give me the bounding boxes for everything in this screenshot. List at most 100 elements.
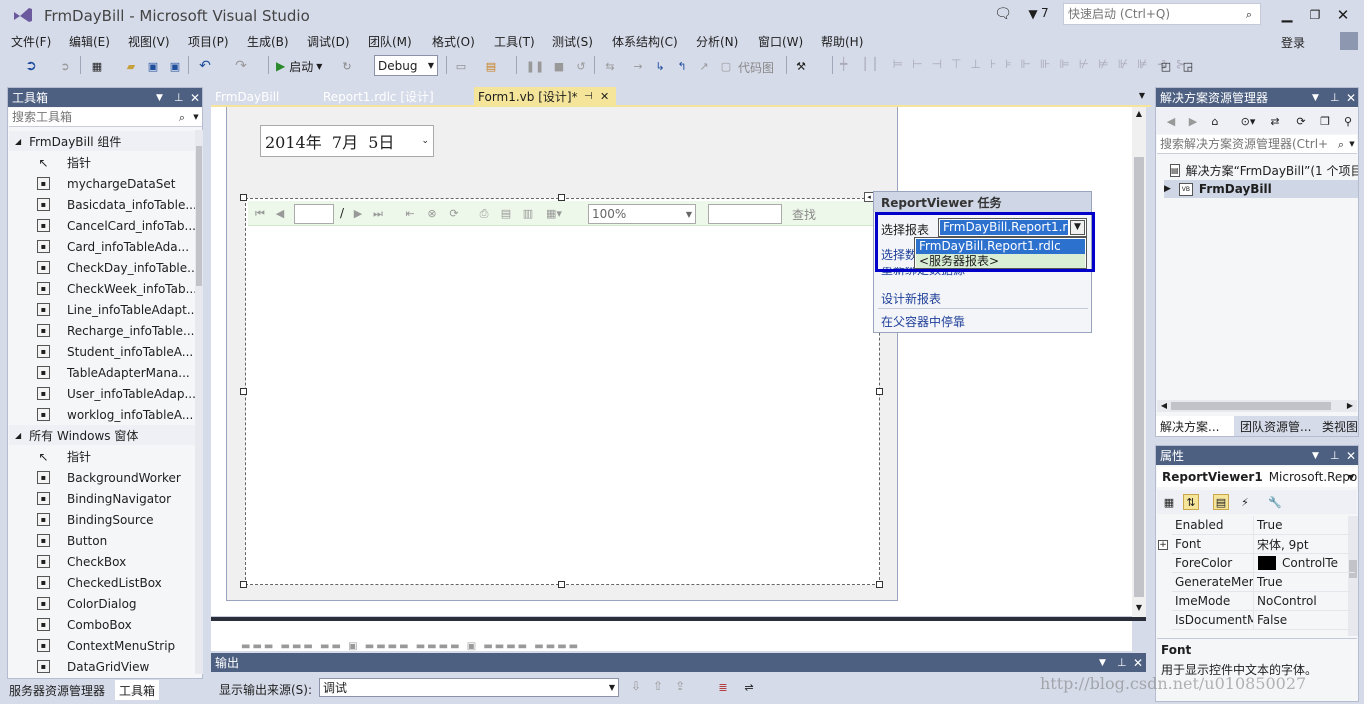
chevron-down-icon[interactable]: ⌄ <box>421 136 429 146</box>
categorized-icon[interactable]: ▦ <box>1161 494 1177 510</box>
tab-order-icon[interactable]: ◰ <box>1158 57 1174 75</box>
export-icon[interactable]: ▦▾ <box>544 207 564 219</box>
pin-icon[interactable]: ⊥ <box>1330 449 1340 462</box>
resize-handle[interactable] <box>240 194 247 201</box>
chevron-down-icon[interactable]: ▼ <box>1137 91 1147 101</box>
menu-item-0[interactable]: 文件(F) <box>11 33 51 50</box>
redo-icon[interactable]: ↷ <box>232 57 250 75</box>
report-viewer[interactable]: ⏮ ◀ / ▶ ⏭ ⇤ ⊗ ⟳ ⎙ ▤ ▥ ▦▾ 100% ▼ 查找 <box>245 198 880 585</box>
solution-hscroll-thumb[interactable] <box>1171 402 1331 410</box>
toolbox-item[interactable]: ▪ DataGridView <box>9 656 195 677</box>
menu-item-6[interactable]: 团队(M) <box>368 33 412 50</box>
undo-icon[interactable]: ↶ <box>196 57 214 75</box>
scroll-left-icon[interactable]: ◀ <box>1159 401 1169 411</box>
resize-handle[interactable] <box>240 388 247 395</box>
tab-frmdaybill[interactable]: FrmDayBill <box>211 87 311 106</box>
toolbox-scrollbar[interactable] <box>195 130 203 674</box>
toolbox-item[interactable]: ▪ Line_infoTableAdapt... <box>9 299 195 320</box>
toolbox-item[interactable]: ▪ ColorDialog <box>9 593 195 614</box>
tools-icon[interactable]: ⚒ <box>792 57 810 75</box>
save-icon[interactable]: ▣ <box>144 57 162 75</box>
toolbox-item[interactable]: ▪ ContextMenuStrip <box>9 635 195 656</box>
report-option-rdlc[interactable]: FrmDayBill.Report1.rdlc <box>916 239 1085 254</box>
pin-icon[interactable]: ⊣ <box>584 91 593 102</box>
account-icon[interactable] <box>1340 32 1358 50</box>
menu-item-9[interactable]: 测试(S) <box>552 33 593 50</box>
toggle-icon[interactable]: ↗ <box>696 57 712 75</box>
collapse-icon[interactable]: ❐ <box>1318 114 1332 128</box>
restore-icon[interactable]: ❐ <box>1306 6 1324 24</box>
find-link[interactable]: 查找 <box>792 206 816 223</box>
expand-icon[interactable]: ▶ <box>1164 184 1171 194</box>
solution-hscroll[interactable]: ◀ ▶ <box>1157 400 1357 412</box>
step-out-icon[interactable]: ↰ <box>674 57 690 75</box>
menu-item-12[interactable]: 窗口(W) <box>758 33 803 50</box>
back-icon[interactable]: ◀ <box>1164 114 1178 128</box>
clear-all-icon[interactable]: ≣ <box>715 679 731 695</box>
stop-icon[interactable]: ■ <box>552 57 566 75</box>
search-icon[interactable]: ⌕ <box>1335 137 1347 151</box>
property-row[interactable]: Enabled True <box>1172 515 1355 535</box>
tab-class-view[interactable]: 类视图 <box>1322 418 1358 435</box>
toolbox-item[interactable]: ▪ CheckBox <box>9 551 195 572</box>
resize-handle[interactable] <box>558 194 565 201</box>
resize-handle[interactable] <box>240 581 247 588</box>
quick-launch-input[interactable] <box>1064 4 1234 24</box>
chevron-down-icon[interactable]: ▼ <box>1099 658 1106 668</box>
toolbox-item[interactable]: ▪ CheckDay_infoTable... <box>9 257 195 278</box>
close-icon[interactable]: ✕ <box>600 90 609 103</box>
toolbox-category[interactable]: ◢ FrmDayBill 组件 <box>9 131 195 151</box>
close-icon[interactable]: ✕ <box>1346 91 1356 105</box>
close-icon[interactable]: ✕ <box>190 91 200 105</box>
chevron-down-icon[interactable]: ▼ <box>1070 220 1085 235</box>
minimize-icon[interactable]: ▁ <box>1278 6 1296 24</box>
config-select[interactable]: Debug ▼ <box>374 55 438 76</box>
tab-report1-design[interactable]: Report1.rdlc [设计] <box>319 87 459 106</box>
dock-in-parent-link[interactable]: 在父容器中停靠 <box>881 313 965 330</box>
tab-form1-design[interactable]: Form1.vb [设计]* ⊣ ✕ <box>474 87 616 106</box>
find-input[interactable] <box>708 204 782 224</box>
chevron-down-icon[interactable]: ▼ <box>191 112 201 122</box>
page-number-input[interactable] <box>294 204 334 224</box>
feedback-icon[interactable]: 🗨 <box>994 5 1012 23</box>
toolbox-item[interactable]: ▪ CancelCard_infoTab... <box>9 215 195 236</box>
zoom-select[interactable]: 100% ▼ <box>588 204 696 224</box>
search-icon[interactable]: ⌕ <box>1242 7 1256 21</box>
tab-team-explorer[interactable]: 团队资源管... <box>1240 418 1311 435</box>
property-row[interactable]: Font 宋体, 9pt <box>1172 534 1355 554</box>
last-page-icon[interactable]: ⏭ <box>372 207 384 219</box>
menu-item-8[interactable]: 工具(T) <box>494 33 535 50</box>
forward-icon[interactable]: ➲ <box>56 57 74 75</box>
toolbox-item[interactable]: ▪ TableAdapterMana... <box>9 362 195 383</box>
toolbox-item[interactable]: ▪ worklog_infoTableA... <box>9 404 195 425</box>
menu-item-7[interactable]: 格式(O) <box>432 33 475 50</box>
chevron-down-icon[interactable]: ▼ <box>156 93 163 103</box>
project-node[interactable]: ▶ VB FrmDayBill <box>1164 180 1358 198</box>
alphabetical-icon[interactable]: ⇅ <box>1183 494 1199 510</box>
toolbox-item[interactable]: ▪ BindingNavigator <box>9 488 195 509</box>
design-new-report-link[interactable]: 设计新报表 <box>881 290 941 307</box>
close-icon[interactable]: ✕ <box>1334 6 1352 24</box>
history-icon[interactable]: ⊙▾ <box>1238 114 1258 128</box>
report-select[interactable]: FrmDayBill.Report1.r ▼ <box>938 218 1087 237</box>
quick-launch[interactable]: ⌕ <box>1063 3 1261 25</box>
resize-handle[interactable] <box>558 581 565 588</box>
tab-solution-explorer[interactable]: 解决方案... <box>1156 416 1234 436</box>
toolbox-item[interactable]: ▪ BindingSource <box>9 509 195 530</box>
toolbox-item[interactable]: ▪ User_infoTableAdap... <box>9 383 195 404</box>
close-icon[interactable]: ✕ <box>1133 656 1143 670</box>
menu-item-13[interactable]: 帮助(H) <box>821 33 863 50</box>
new-project-icon[interactable]: ▦ <box>88 57 106 75</box>
report-option-server[interactable]: <服务器报表> <box>916 254 1085 268</box>
chevron-down-icon[interactable]: ▼ <box>1312 451 1319 461</box>
first-page-icon[interactable]: ⏮ <box>254 207 266 219</box>
scroll-down-icon[interactable]: ▼ <box>1134 603 1144 613</box>
form1[interactable]: 2014年 7月 5日 ⌄ ⏮ ◀ / ▶ ⏭ ⇤ ⊗ ⟳ ⎙ ▤ ▥ ▦▾ 1… <box>226 107 898 601</box>
step-into-icon[interactable]: → <box>630 57 646 75</box>
pause-icon[interactable]: ❚❚ <box>526 57 544 75</box>
collapse-icon[interactable]: ◢ <box>15 137 21 146</box>
toolbox-item[interactable]: ▪ Basicdata_infoTable... <box>9 194 195 215</box>
properties-icon[interactable]: ▤ <box>1213 494 1229 510</box>
open-icon[interactable]: ▰ <box>122 57 140 75</box>
prev-page-icon[interactable]: ◀ <box>274 207 286 219</box>
